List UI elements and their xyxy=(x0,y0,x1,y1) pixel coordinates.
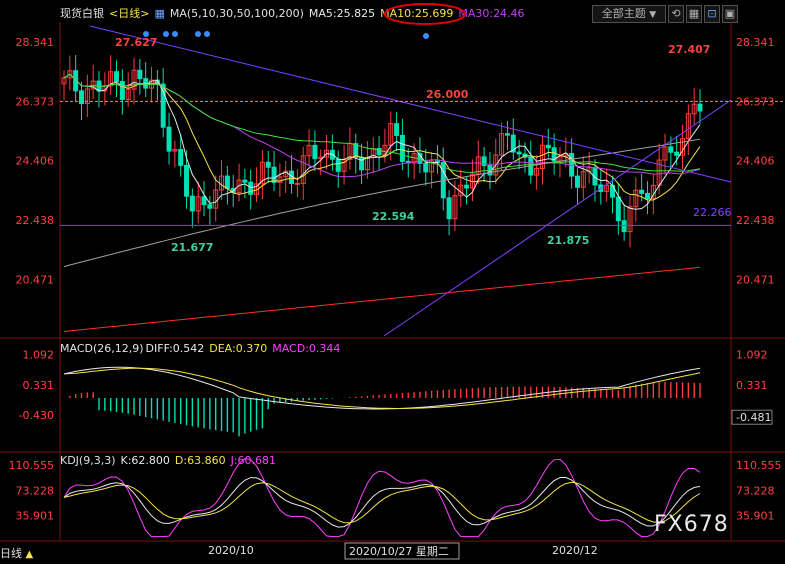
candle-body xyxy=(114,71,120,83)
candle-body xyxy=(166,126,172,152)
period-dropdown[interactable]: 日线 ▲ xyxy=(0,546,33,562)
ma10-line xyxy=(63,73,701,201)
y-tick-left-label: 26.373 xyxy=(16,95,55,108)
macd-y-tick-right-label: 1.092 xyxy=(736,348,768,361)
event-marker-icon xyxy=(195,31,201,37)
candle-body xyxy=(224,175,230,189)
ma50-line xyxy=(63,73,701,173)
y-tick-left-label: 22.438 xyxy=(16,214,55,227)
annotation-high-1: 27.627 xyxy=(115,36,157,49)
candle-body xyxy=(189,195,195,212)
y-tick-right-label: 28.341 xyxy=(736,36,775,49)
y-tick-left-label: 20.471 xyxy=(16,274,55,287)
kdj-y-tick-left-label: 35.901 xyxy=(16,510,55,523)
ascending-trendline xyxy=(383,99,732,337)
macd-current-label: -0.481 xyxy=(736,411,771,424)
annotation-low-2: 21.677 xyxy=(171,241,213,254)
x-tick-label-dec: 2020/12 xyxy=(552,544,598,557)
kdj-y-tick-right-label: 73.228 xyxy=(736,484,775,497)
candle-body xyxy=(178,149,184,166)
event-marker-icon xyxy=(204,31,210,37)
kdj-y-tick-left-label: 110.555 xyxy=(9,459,55,472)
kdj-k-line xyxy=(63,476,701,528)
kdj-y-tick-left-label: 73.228 xyxy=(16,484,55,497)
chart-canvas[interactable]: 28.341 28.34126.373 26.37324.406 24.40622.4… xyxy=(0,0,785,564)
candle-body xyxy=(399,134,405,162)
ma30-line xyxy=(63,73,701,178)
ma200-line xyxy=(63,266,701,332)
candle-body xyxy=(464,184,470,189)
ma100-line xyxy=(63,138,701,268)
period-dropdown-label: 日线 xyxy=(0,547,22,560)
candle-body xyxy=(137,69,143,80)
kdj-y-tick-right-label: 110.555 xyxy=(736,459,782,472)
candle-body xyxy=(119,81,125,100)
candle-body xyxy=(294,182,300,185)
annotation-high-2: 26.000 xyxy=(426,88,469,101)
candle-body xyxy=(574,175,580,188)
candle-body xyxy=(446,197,452,220)
x-tick-label-oct: 2020/10 xyxy=(208,544,254,557)
candle-body xyxy=(697,103,703,112)
annotation-low-3: 21.875 xyxy=(547,234,589,247)
candle-body xyxy=(674,151,680,156)
fx678-logo: FX678 xyxy=(654,512,729,537)
macd-dea-line xyxy=(63,367,701,409)
candle-body xyxy=(545,144,551,149)
y-tick-left-label: 24.406 xyxy=(16,155,55,168)
candle-body xyxy=(639,189,645,194)
candle-body xyxy=(271,166,277,183)
candle-body xyxy=(423,162,429,173)
macd-y-tick-left-label: -0.430 xyxy=(19,409,54,422)
event-marker-icon xyxy=(172,31,178,37)
candle-body xyxy=(615,196,621,222)
macd-y-tick-left-label: 0.331 xyxy=(23,379,55,392)
candle-body xyxy=(335,158,341,172)
kdj-d-line xyxy=(63,481,701,524)
kdj-j-line xyxy=(63,458,701,538)
candle-body xyxy=(644,192,650,200)
y-tick-right-label: 20.471 xyxy=(736,274,775,287)
macd-diff-line xyxy=(63,366,701,410)
ma10-highlight-ellipse xyxy=(384,3,466,25)
candle-body xyxy=(376,147,382,156)
candle-body xyxy=(201,196,207,206)
event-marker-icon xyxy=(423,33,429,39)
candle-body xyxy=(394,123,400,136)
chart-window: 现货白银 <日线> ▦ MA(5,10,30,50,100,200) MA5:25.82… xyxy=(0,0,785,564)
candle-body xyxy=(621,220,627,233)
candle-body xyxy=(668,146,674,153)
annotation-low-1: 22.594 xyxy=(372,210,415,223)
y-tick-right-label: 22.438 xyxy=(736,214,775,227)
candle-body xyxy=(207,204,213,209)
candle-body xyxy=(312,144,318,160)
macd-y-tick-left-label: 1.092 xyxy=(23,348,55,361)
candle-body xyxy=(248,181,254,195)
event-marker-icon xyxy=(143,31,149,37)
macd-y-tick-right-label: 0.331 xyxy=(736,379,768,392)
kdj-y-tick-right-label: 35.901 xyxy=(736,510,775,523)
candle-body xyxy=(265,161,271,168)
chevron-up-icon: ▲ xyxy=(25,549,34,560)
y-tick-left-label: 28.341 xyxy=(16,36,55,49)
candle-body xyxy=(504,133,510,136)
candle-body xyxy=(516,151,522,155)
y-tick-right-label: 24.406 xyxy=(736,155,775,168)
annotation-high-3: 27.407 xyxy=(668,43,710,56)
candle-body xyxy=(242,179,248,183)
candle-body xyxy=(184,164,190,197)
support-line-label: 22.266 xyxy=(693,206,732,219)
event-marker-icon xyxy=(163,31,169,37)
crosshair-date-label: 2020/10/27 星期二 xyxy=(349,545,449,558)
